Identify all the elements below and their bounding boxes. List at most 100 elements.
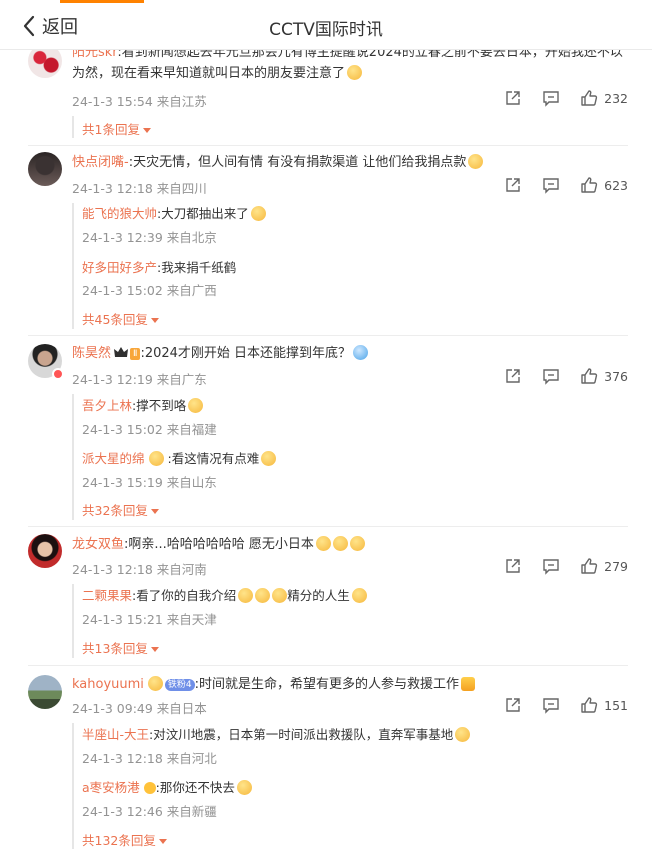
- comment-icon[interactable]: [542, 557, 560, 575]
- reply-line: 吾夕上林:撑不到咯: [82, 395, 204, 414]
- reply-text: :看了你的自我介绍: [132, 588, 237, 603]
- comment-actions: 279: [504, 557, 628, 575]
- reply-user-name[interactable]: 二颗果果: [82, 588, 132, 603]
- reply-divider-bar: [72, 203, 74, 329]
- emoji-icon: [455, 727, 471, 742]
- avatar[interactable]: [28, 152, 62, 186]
- comment-actions: 151: [504, 696, 628, 714]
- comment-actions: 623: [504, 176, 628, 194]
- comment-text: :啊亲...哈哈哈哈哈哈 愿无小日本: [124, 537, 314, 552]
- reply-line: 派大星的绵:看这情况有点难: [82, 448, 277, 467]
- emoji-icon: [272, 588, 288, 603]
- reply-meta: 24-1-3 12:18 来自河北: [82, 751, 217, 766]
- reply-text: :我来捐千纸鹤: [157, 260, 237, 275]
- comment-text: :时间就是生命，希望有更多的人参与救援工作: [194, 677, 460, 692]
- comment-icon[interactable]: [542, 367, 560, 385]
- reply-meta: 24-1-3 12:39 来自北京: [82, 230, 217, 245]
- reply-divider-bar: [72, 723, 74, 849]
- page-title: CCTV国际时讯: [269, 20, 383, 40]
- reply-text: :那你还不快去: [155, 780, 235, 795]
- like-count: 279: [604, 558, 628, 574]
- reply-text-tail: 精分的人生: [287, 588, 350, 603]
- emoji-icon: [351, 588, 367, 603]
- emoji-icon: [148, 451, 164, 466]
- more-replies-link[interactable]: 共45条回复: [82, 309, 159, 328]
- comment-user-name[interactable]: 陈昊然: [72, 346, 111, 361]
- emoji-icon: [147, 676, 163, 691]
- top-bar: 返回 CCTV国际时讯: [0, 0, 652, 50]
- share-icon[interactable]: [504, 557, 522, 575]
- like-icon[interactable]: [580, 89, 598, 107]
- comment-text: :2024才刚开始 日本还能撑到年底？: [140, 346, 352, 361]
- fan-badge: 铁粉4: [164, 679, 195, 691]
- reply-divider-bar: [72, 116, 74, 138]
- emoji-icon: [188, 398, 204, 413]
- reply-meta: 24-1-3 15:02 来自福建: [82, 422, 217, 437]
- reply-meta: 24-1-3 15:19 来自山东: [82, 475, 217, 490]
- emoji-icon: [255, 588, 271, 603]
- like-icon[interactable]: [580, 176, 598, 194]
- more-replies-link[interactable]: 共32条回复: [82, 500, 159, 519]
- divider: [28, 665, 628, 666]
- emoji-icon: [250, 206, 266, 221]
- reply-meta: 24-1-3 15:02 来自广西: [82, 283, 217, 298]
- reply-user-name[interactable]: 半座山-大王: [82, 727, 149, 742]
- caret-down-icon: [158, 839, 167, 844]
- share-icon[interactable]: [504, 367, 522, 385]
- comment-actions: 376: [504, 367, 628, 385]
- reply-divider-bar: [72, 584, 74, 658]
- reply-text: :对汶川地震，日本第一时间派出救援队，直奔军事基地: [149, 727, 454, 742]
- emoji-icon: [332, 536, 348, 551]
- more-replies-link[interactable]: 共13条回复: [82, 638, 159, 657]
- avatar[interactable]: [28, 534, 62, 568]
- caret-down-icon: [150, 647, 159, 652]
- reply-user-name[interactable]: 吾夕上林: [82, 398, 132, 413]
- verified-badge-icon: [52, 368, 64, 380]
- pray-icon: [461, 677, 476, 691]
- comment-user-name[interactable]: kahoyuumi: [72, 677, 144, 692]
- caret-down-icon: [150, 509, 159, 514]
- reply-user-name[interactable]: 派大星的绵: [82, 451, 145, 466]
- like-icon[interactable]: [580, 367, 598, 385]
- avatar[interactable]: [28, 675, 62, 709]
- share-icon[interactable]: [504, 89, 522, 107]
- caret-down-icon: [150, 318, 159, 323]
- more-replies-link[interactable]: 共132条回复: [82, 830, 167, 849]
- comment-icon[interactable]: [542, 176, 560, 194]
- comment-meta: 24-1-3 12:19 来自广东: [72, 372, 207, 387]
- reply-user-name[interactable]: 好多田好多产: [82, 260, 157, 275]
- reply-user-name[interactable]: a枣安杨港: [82, 780, 140, 795]
- divider: [28, 335, 628, 336]
- comment-text: :天灾无情，但人间有情 有没有捐款渠道 让他们给我捐点款: [128, 155, 467, 170]
- replies-box: 半座山-大王:对汶川地震，日本第一时间派出救援队，直奔军事基地 24-1-3 1…: [72, 723, 632, 849]
- like-count: 623: [604, 177, 628, 193]
- comment-user-name[interactable]: 龙女双鱼: [72, 537, 124, 552]
- replies-box: 吾夕上林:撑不到咯 24-1-3 15:02 来自福建 派大星的绵:看这情况有点…: [72, 394, 632, 520]
- like-icon[interactable]: [580, 557, 598, 575]
- share-icon[interactable]: [504, 176, 522, 194]
- emoji-icon: [315, 536, 331, 551]
- reply-line: 二颗果果:看了你的自我介绍 精分的人生: [82, 585, 367, 604]
- reply-user-name[interactable]: 能飞的狼大帅: [82, 206, 157, 221]
- reply-line: 好多田好多产:我来捐千纸鹤: [82, 257, 236, 276]
- comment-icon[interactable]: [542, 696, 560, 714]
- replies-box: 共1条回复: [72, 116, 632, 138]
- emoji-icon: [353, 345, 369, 360]
- share-icon[interactable]: [504, 696, 522, 714]
- reply-line: 能飞的狼大帅:大刀都抽出来了: [82, 203, 266, 222]
- comment-icon[interactable]: [542, 89, 560, 107]
- like-count: 232: [604, 90, 628, 106]
- comment-meta: 24-1-3 12:18 来自四川: [72, 181, 207, 196]
- comment-meta: 24-1-3 12:18 来自河南: [72, 562, 207, 577]
- comment-user-name[interactable]: 快点闭嘴-: [72, 155, 129, 170]
- reply-text: :撑不到咯: [132, 398, 187, 413]
- more-replies-link[interactable]: 共1条回复: [82, 119, 151, 138]
- reply-meta: 24-1-3 12:46 来自新疆: [82, 804, 217, 819]
- comment-meta: 24-1-3 15:54 来自江苏: [72, 94, 207, 109]
- replies-box: 二颗果果:看了你的自我介绍 精分的人生 24-1-3 15:21 来自天津 共13…: [72, 584, 632, 658]
- like-icon[interactable]: [580, 696, 598, 714]
- caret-down-icon: [142, 128, 151, 133]
- avatar[interactable]: [28, 344, 64, 380]
- emoji-icon: [236, 780, 252, 795]
- verified-icon: [143, 782, 156, 794]
